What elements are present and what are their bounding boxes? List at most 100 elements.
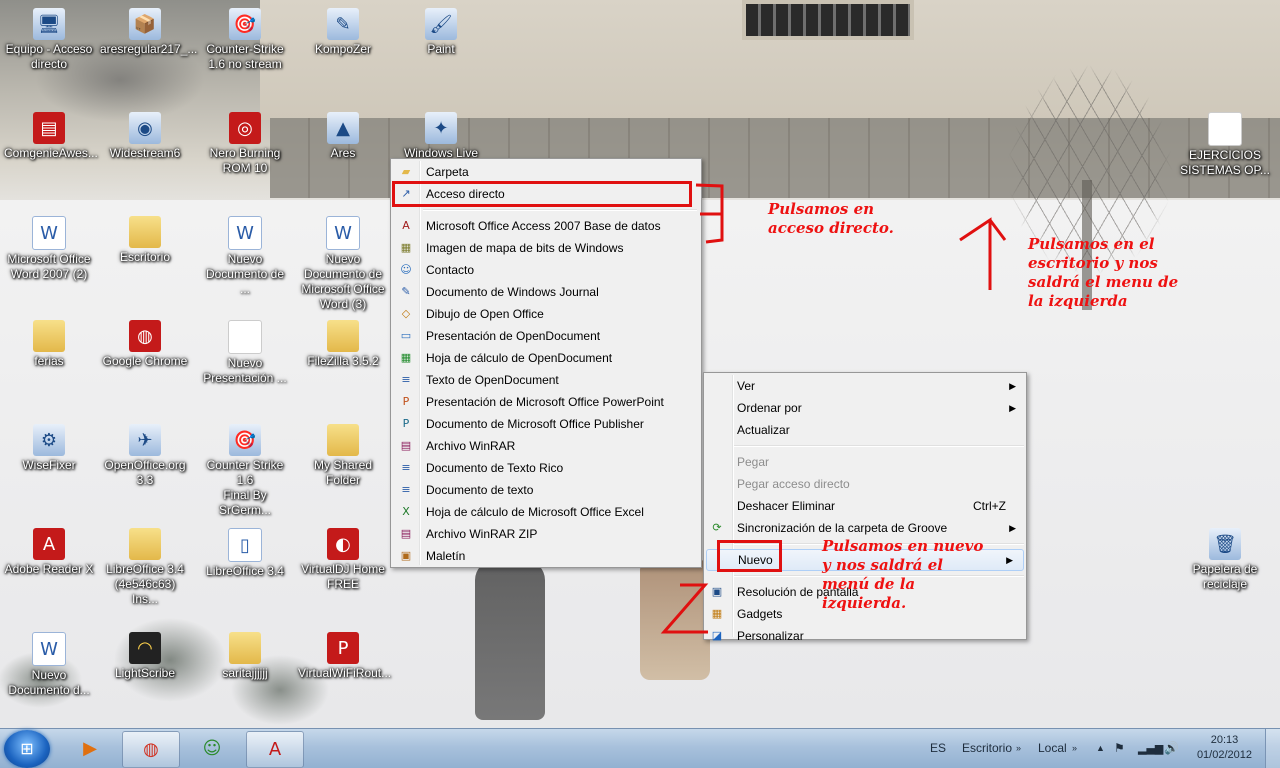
network-icon[interactable]: ▂▄▆	[1138, 729, 1163, 768]
show-desktop-button[interactable]	[1265, 729, 1280, 768]
action-center-flag-icon[interactable]: ⚑	[1114, 729, 1125, 768]
desktop-icon-counter-strike[interactable]: 🎯 Counter-Strike 1.6 no stream	[200, 8, 290, 72]
desktop-icon-openoffice[interactable]: ✈ OpenOffice.org 3.3	[100, 424, 190, 488]
toolbar-local-chevron-icon[interactable]: »	[1072, 729, 1077, 768]
highlight-acceso-directo	[392, 181, 692, 207]
desktop-icon-label: LightScribe	[114, 666, 176, 680]
submenu-arrow-icon: ▶	[1009, 381, 1016, 391]
rtf-icon: ≡	[401, 461, 411, 474]
new-item-odp[interactable]: ▭ Presentación de OpenDocument	[393, 325, 699, 347]
desktop-icon-nuevo-documento-2[interactable]: W Nuevo Documento d...	[4, 632, 94, 698]
desktop-icon-kompozer[interactable]: ✎ KompoZer	[298, 8, 388, 57]
word-doc-icon: W	[32, 632, 66, 666]
contact-icon: ☺	[400, 263, 412, 276]
recycle-bin-icon: 🗑	[1209, 528, 1241, 560]
desktop-icon-word-2007[interactable]: W Microsoft Office Word 2007 (2)	[4, 216, 94, 282]
ares-icon: ▲	[327, 112, 359, 144]
toolbar-escritorio-chevron-icon[interactable]: »	[1016, 729, 1021, 768]
desktop-icon-virtualdj[interactable]: ◐ VirtualDJ Home FREE	[298, 528, 388, 592]
window-grill	[742, 0, 914, 40]
desktop-icon-comgenie[interactable]: ▤ ComgenieAwes...	[4, 112, 98, 161]
new-item-draw[interactable]: ◇ Dibujo de Open Office	[393, 303, 699, 325]
volume-icon[interactable]: 🔊	[1164, 729, 1179, 768]
desktop-icon-nuevo-documento-word-3[interactable]: W Nuevo Documento de Microsoft Office Wor…	[298, 216, 388, 312]
counter-strike-icon: 🎯	[229, 8, 261, 40]
desktop-icon-my-shared-folder[interactable]: My Shared Folder	[298, 424, 388, 488]
desktop-icon-lightscribe[interactable]: ◠ LightScribe	[100, 632, 190, 681]
menu-item-pegar[interactable]: Pegar	[704, 451, 1026, 473]
desktop-icon-ejercicios-sistemas[interactable]: EJERCICIOS SISTEMAS OP...	[1180, 112, 1270, 178]
new-item-access[interactable]: A Microsoft Office Access 2007 Base de da…	[393, 215, 699, 237]
desktop-icon-folder-escritorio[interactable]: Escritorio	[100, 216, 190, 265]
desktop-icon-label: FileZilla 3.5.2	[307, 354, 379, 368]
new-item-contact[interactable]: ☺ Contacto	[393, 259, 699, 281]
taskbar-chrome[interactable]: ◍	[122, 731, 180, 768]
desktop-icon-label: VirtualWiFiRout...	[298, 666, 392, 680]
desktop-icon-windows-live[interactable]: ✦ Windows Live	[396, 112, 486, 161]
menu-item-deshacer-eliminar[interactable]: Deshacer Eliminar Ctrl+Z	[704, 495, 1026, 517]
toolbar-escritorio[interactable]: Escritorio	[962, 729, 1012, 768]
desktop-icon-libreoffice[interactable]: ▯ LibreOffice 3.4	[200, 528, 290, 579]
new-item-odt[interactable]: ≡ Texto de OpenDocument	[393, 369, 699, 391]
submenu-arrow-icon: ▶	[1006, 555, 1013, 565]
desktop-icon-ares-installer[interactable]: 📦 aresregular217_...	[100, 8, 197, 57]
desktop-icon-paint[interactable]: 🖌 Paint	[396, 8, 486, 57]
openoffice-icon: ✈	[129, 424, 161, 456]
new-item-publisher[interactable]: P Documento de Microsoft Office Publisher	[393, 413, 699, 435]
desktop-icon-libreoffice-installer[interactable]: LibreOffice 3.4 (4e546c63) Ins...	[100, 528, 190, 607]
menu-item-groove-sync[interactable]: ⟳ Sincronización de la carpeta de Groove ▶	[704, 517, 1026, 539]
adobe-reader-icon: A	[33, 528, 65, 560]
winrar-icon: ▤	[400, 439, 412, 452]
menu-item-personalizar[interactable]: ◪ Personalizar	[704, 625, 1026, 647]
desktop-icon-folder-ferias[interactable]: ferias	[4, 320, 94, 369]
desktop-icon-ares[interactable]: ▲ Ares	[298, 112, 388, 161]
messenger-icon: ☺	[202, 738, 222, 759]
nero-icon: ◎	[229, 112, 261, 144]
new-item-excel[interactable]: X Hoja de cálculo de Microsoft Office Exc…	[393, 501, 699, 523]
new-item-winrar-zip[interactable]: ▤ Archivo WinRAR ZIP	[393, 523, 699, 545]
start-button[interactable]: ⊞	[4, 730, 50, 768]
language-indicator[interactable]: ES	[930, 729, 946, 768]
desktop-icon-label: Adobe Reader X	[4, 562, 94, 576]
annotation-nuevo: Pulsamos en nuevo y nos saldrá el menú d…	[822, 537, 984, 612]
taskbar-adobe-reader[interactable]: A	[246, 731, 304, 768]
desktop-icon-google-chrome[interactable]: ◍ Google Chrome	[100, 320, 190, 369]
desktop-icon-nueva-presentacion[interactable]: Nuevo Presentación ...	[200, 320, 290, 386]
toolbar-local[interactable]: Local	[1038, 729, 1067, 768]
desktop-background[interactable]: 🖥 Equipo - Acceso directo 📦 aresregular217_…	[0, 0, 1280, 728]
menu-item-ordenar-por[interactable]: Ordenar por ▶	[704, 397, 1026, 419]
new-item-ods[interactable]: ▦ Hoja de cálculo de OpenDocument	[393, 347, 699, 369]
desktop-icon-computer-shortcut[interactable]: 🖥 Equipo - Acceso directo	[4, 8, 94, 72]
desktop-icon-counter-strike-final[interactable]: 🎯 Counter Strike 1.6 Final By SrGerm...	[200, 424, 290, 518]
new-item-folder[interactable]: ▰ Carpeta	[393, 161, 699, 183]
new-item-bitmap[interactable]: ▦ Imagen de mapa de bits de Windows	[393, 237, 699, 259]
odt-icon: ≡	[401, 373, 411, 386]
taskbar-media-player[interactable]: ▶	[62, 731, 118, 766]
desktop-icon-nero[interactable]: ◎ Nero Burning ROM 10	[200, 112, 290, 176]
menu-item-actualizar[interactable]: Actualizar	[704, 419, 1026, 441]
desktop-icon-label: Paint	[427, 42, 455, 56]
menu-item-ver[interactable]: Ver ▶	[704, 375, 1026, 397]
new-item-briefcase[interactable]: ▣ Maletín	[393, 545, 699, 567]
taskbar-messenger[interactable]: ☺	[184, 731, 240, 766]
shortcut-hint: Ctrl+Z	[973, 499, 1006, 513]
show-hidden-icons[interactable]: ▲	[1096, 729, 1105, 768]
widestream-icon: ◉	[129, 112, 161, 144]
kompozer-icon: ✎	[327, 8, 359, 40]
new-item-powerpoint[interactable]: P Presentación de Microsoft Office PowerP…	[393, 391, 699, 413]
desktop-icon-filezilla[interactable]: FileZilla 3.5.2	[298, 320, 388, 369]
desktop-icon-folder-saritajjjjjj[interactable]: saritajjjjjj	[200, 632, 290, 681]
new-item-text-file[interactable]: ≡ Documento de texto	[393, 479, 699, 501]
desktop-icon-adobe-reader[interactable]: A Adobe Reader X	[4, 528, 94, 577]
desktop-icon-virtualwifi[interactable]: P VirtualWiFiRout...	[298, 632, 392, 681]
desktop-icon-wisefixer[interactable]: ⚙ WiseFixer	[4, 424, 94, 473]
clock[interactable]: 20:13 01/02/2012	[1197, 733, 1252, 763]
menu-label: Deshacer Eliminar	[737, 499, 836, 513]
desktop-icon-widestream[interactable]: ◉ Widestream6	[100, 112, 190, 161]
new-item-winrar[interactable]: ▤ Archivo WinRAR	[393, 435, 699, 457]
new-item-rtf[interactable]: ≡ Documento de Texto Rico	[393, 457, 699, 479]
desktop-icon-nuevo-documento-1[interactable]: W Nuevo Documento de ...	[200, 216, 290, 297]
menu-item-pegar-acceso-directo[interactable]: Pegar acceso directo	[704, 473, 1026, 495]
new-item-journal[interactable]: ✎ Documento de Windows Journal	[393, 281, 699, 303]
desktop-icon-recycle-bin[interactable]: 🗑 Papelera de reciclaje	[1180, 528, 1270, 592]
